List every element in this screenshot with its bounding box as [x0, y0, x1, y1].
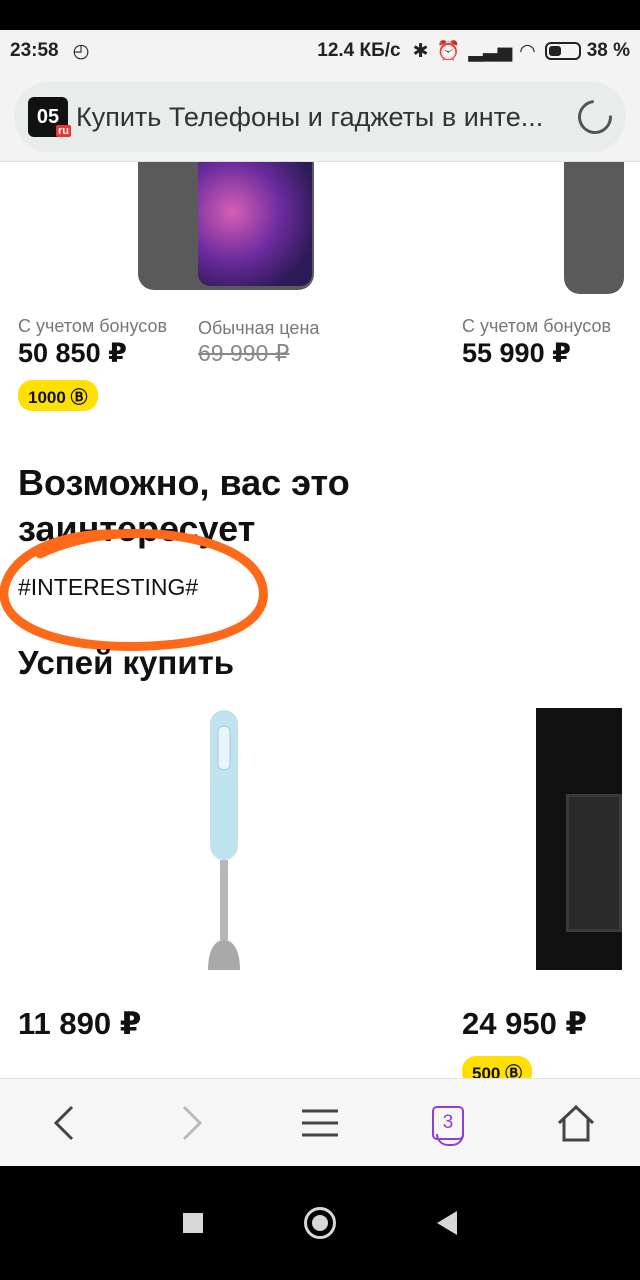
- section-title-interest: Возможно, вас это заинтересует: [18, 462, 350, 549]
- product-image-oven[interactable]: [536, 708, 622, 970]
- bluetooth-icon: ✱: [412, 40, 429, 62]
- wifi-icon: ◠: [520, 40, 535, 62]
- address-bar[interactable]: 05 ru Купить Телефоны и гаджеты в инте..…: [14, 82, 626, 152]
- tabs-button[interactable]: 3: [413, 1088, 483, 1158]
- back-system-button[interactable]: [417, 1193, 477, 1253]
- back-button[interactable]: [29, 1088, 99, 1158]
- menu-button[interactable]: [285, 1088, 355, 1158]
- recents-button[interactable]: [163, 1193, 223, 1253]
- hamburger-icon: [302, 1109, 338, 1136]
- chevron-right-icon: [182, 1105, 203, 1140]
- chevron-left-icon: [53, 1105, 74, 1140]
- android-navigation-bar: [0, 1166, 640, 1280]
- product-image-phone-2[interactable]: [564, 162, 624, 294]
- home-system-button[interactable]: [290, 1193, 350, 1253]
- signal-icon: ▂▃▅: [468, 40, 513, 62]
- product-image-blender[interactable]: [200, 708, 248, 972]
- battery-icon: [544, 42, 581, 60]
- product-image-phone-1[interactable]: [138, 162, 314, 290]
- page-title[interactable]: Купить Телефоны и гаджеты в инте...: [76, 102, 578, 133]
- browser-toolbar: 05 ru Купить Телефоны и гаджеты в инте..…: [0, 72, 640, 162]
- status-time: 23:58: [10, 40, 59, 61]
- bonus-price-label-1: С учетом бонусов: [18, 316, 168, 336]
- home-button[interactable]: [541, 1088, 611, 1158]
- forward-button[interactable]: [157, 1088, 227, 1158]
- alarm-clock-icon: ⏰: [436, 41, 461, 62]
- regular-price-label: Обычная цена: [198, 318, 320, 338]
- battery-level: 38 %: [586, 40, 630, 61]
- network-speed: 12.4 КБ/с: [317, 40, 401, 61]
- product-price-2[interactable]: 55 990 ₽: [462, 338, 571, 369]
- status-bar: 23:58 ◴ 12.4 КБ/с ✱ ⏰ ▂▃▅ ◠ 38 %: [0, 30, 640, 72]
- bonus-badge-1: 1000 Ⓑ: [18, 380, 98, 411]
- reload-icon[interactable]: [571, 93, 619, 141]
- triangle-back-icon: [436, 1211, 457, 1235]
- section-title-hurry: Успей купить: [18, 644, 235, 681]
- square-icon: [183, 1213, 204, 1233]
- browser-bottom-nav: 3: [0, 1078, 640, 1166]
- product-price-oven[interactable]: 24 950 ₽: [462, 1006, 587, 1042]
- home-icon: [557, 1104, 595, 1141]
- logo-sub: ru: [56, 125, 71, 137]
- product-price-1[interactable]: 50 850 ₽: [18, 338, 127, 369]
- oven-window: [566, 794, 622, 932]
- alarm-icon: ◴: [72, 40, 90, 62]
- tabs-count-icon: 3: [432, 1105, 464, 1146]
- circle-icon: [303, 1207, 336, 1239]
- interesting-placeholder: #INTERESTING#: [18, 574, 199, 600]
- product-old-price-1: 69 990 ₽: [198, 340, 290, 366]
- site-logo-icon: 05 ru: [28, 97, 71, 137]
- product-price-blender[interactable]: 11 890 ₽: [18, 1006, 141, 1042]
- status-bar-top: [0, 0, 640, 30]
- phone-screen: [198, 162, 312, 286]
- bonus-price-label-2: С учетом бонусов: [462, 316, 612, 336]
